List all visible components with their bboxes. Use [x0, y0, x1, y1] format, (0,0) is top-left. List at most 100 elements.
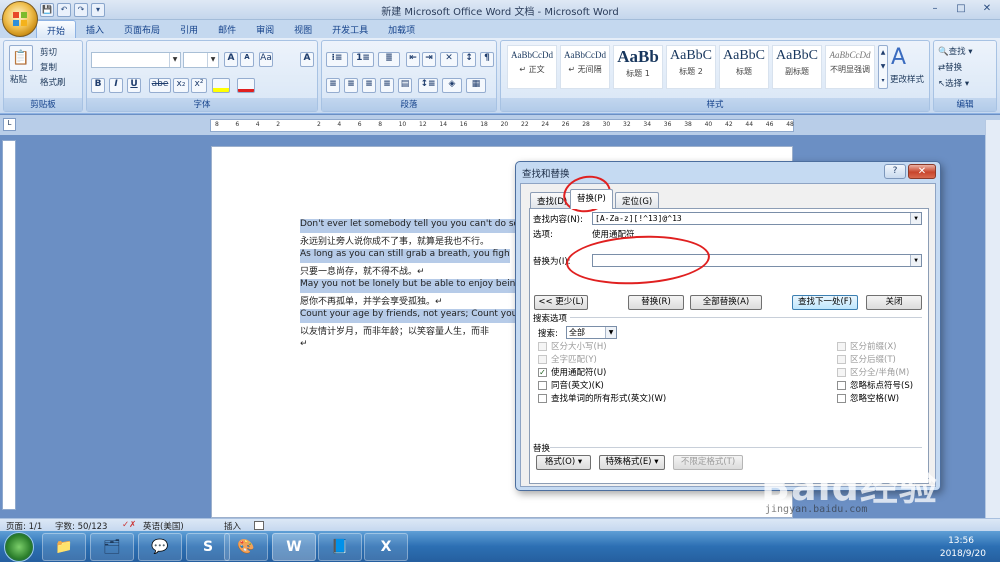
- office-button[interactable]: [2, 1, 38, 37]
- underline-icon[interactable]: U: [127, 78, 141, 93]
- font-color-icon[interactable]: [237, 78, 255, 93]
- left-checkbox-3[interactable]: [538, 381, 547, 390]
- shrink-font-icon[interactable]: A: [240, 52, 254, 67]
- increase-indent-icon[interactable]: ⇥: [422, 52, 436, 67]
- close-button[interactable]: 关闭: [866, 295, 922, 310]
- replace-one-button[interactable]: 替换(R): [628, 295, 684, 310]
- bullets-icon[interactable]: ⁝≡: [326, 52, 348, 67]
- chinese-layout-icon[interactable]: ✕: [440, 52, 458, 67]
- format-button[interactable]: 格式(O) ▾: [536, 455, 591, 470]
- tab-mailings[interactable]: 邮件: [208, 20, 246, 38]
- doc-line[interactable]: 永远别让旁人说你成不了事，就算是我也不行。: [300, 234, 530, 248]
- format-painter-button[interactable]: 格式刷: [40, 76, 66, 88]
- right-checkbox-3[interactable]: [837, 381, 846, 390]
- bold-icon[interactable]: B: [91, 78, 105, 93]
- taskbar-app-wechat[interactable]: 💬: [138, 533, 182, 561]
- tab-view[interactable]: 视图: [284, 20, 322, 38]
- cut-button[interactable]: 剪切: [40, 46, 57, 58]
- find-button[interactable]: 🔍查找 ▾: [938, 45, 973, 57]
- doc-line[interactable]: Count your age by friends, not years; Co…: [300, 309, 530, 323]
- start-button[interactable]: [4, 532, 34, 562]
- style-heading-2[interactable]: AaBbC 标题 2: [666, 45, 716, 89]
- justify-icon[interactable]: ≡: [380, 78, 394, 93]
- doc-line[interactable]: 以友情计岁月，而非年龄；以笑容量人生，而非: [300, 324, 530, 338]
- paste-button[interactable]: 粘贴: [10, 73, 27, 85]
- chevron-down-icon[interactable]: ▼: [910, 255, 921, 266]
- style-heading-1[interactable]: AaBb 标题 1: [613, 45, 663, 89]
- strikethrough-icon[interactable]: abe: [149, 78, 171, 93]
- distributed-icon[interactable]: ▤: [398, 78, 412, 93]
- chevron-down-icon[interactable]: ▼: [910, 213, 921, 224]
- style-subtitle[interactable]: AaBbC 副标题: [772, 45, 822, 89]
- vertical-scrollbar[interactable]: [985, 120, 1000, 518]
- right-checkbox-4[interactable]: [837, 394, 846, 403]
- replace-all-button[interactable]: 全部替换(A): [690, 295, 762, 310]
- tab-goto[interactable]: 定位(G): [615, 192, 660, 208]
- doc-line[interactable]: ↵: [300, 339, 330, 353]
- find-next-button[interactable]: 查找下一处(F): [792, 295, 858, 310]
- clock-date[interactable]: 2018/9/20: [940, 549, 986, 559]
- doc-line[interactable]: Don't ever let somebody tell you you can…: [300, 219, 530, 233]
- style-subtle-emphasis[interactable]: AaBbCcDd 不明显强调: [825, 45, 875, 89]
- change-case-icon[interactable]: Aa: [259, 52, 273, 67]
- search-direction-select[interactable]: 全部 ▼: [566, 326, 617, 339]
- doc-line[interactable]: As long as you can still grab a breath, …: [300, 249, 510, 263]
- change-styles-button[interactable]: 更改样式: [890, 73, 924, 85]
- tab-developer[interactable]: 开发工具: [322, 20, 378, 38]
- tab-replace[interactable]: 替换(P): [570, 189, 613, 209]
- left-checkbox-2[interactable]: ✓: [538, 368, 547, 377]
- numbering-icon[interactable]: 1≡: [352, 52, 374, 67]
- sort-icon[interactable]: ↕: [462, 52, 476, 67]
- font-family-combo[interactable]: ▼: [91, 52, 181, 68]
- taskbar-app-book[interactable]: 📘: [318, 533, 362, 561]
- minimize-button[interactable]: –: [922, 0, 948, 18]
- align-left-icon[interactable]: ≡: [326, 78, 340, 93]
- tab-home[interactable]: 开始: [36, 20, 77, 38]
- taskbar-app-excel[interactable]: X: [364, 533, 408, 561]
- style-no-spacing[interactable]: AaBbCcDd ↵ 无间隔: [560, 45, 610, 89]
- horizontal-ruler[interactable]: 8 6 4 2 2 4 6 8 10 12 14 16 18 20 22 24 26 28 30 32 34 36 38 40…: [210, 119, 794, 132]
- tab-page-layout[interactable]: 页面布局: [114, 20, 170, 38]
- maximize-button[interactable]: □: [948, 0, 974, 18]
- doc-line[interactable]: 愿你不再孤单，并学会享受孤独。↵: [300, 294, 530, 308]
- special-button[interactable]: 特殊格式(E) ▾: [599, 455, 665, 470]
- tab-references[interactable]: 引用: [170, 20, 208, 38]
- find-what-input[interactable]: [A-Za-z][!^13]@^13 ▼: [592, 212, 922, 225]
- highlight-icon[interactable]: [212, 78, 230, 93]
- subscript-icon[interactable]: x₂: [173, 78, 189, 93]
- clear-format-icon[interactable]: A: [300, 52, 314, 67]
- tab-insert[interactable]: 插入: [76, 20, 114, 38]
- replace-button[interactable]: ⇄替换: [938, 61, 962, 73]
- change-styles-icon[interactable]: A: [891, 45, 906, 70]
- copy-button[interactable]: 复制: [40, 61, 57, 73]
- grow-font-icon[interactable]: A: [224, 52, 238, 67]
- close-window-button[interactable]: ✕: [974, 0, 1000, 18]
- proofing-icon[interactable]: ✓✗: [122, 520, 136, 530]
- shading-icon[interactable]: ◈: [442, 78, 462, 93]
- clock-time[interactable]: 13:56: [948, 536, 974, 546]
- font-size-combo[interactable]: ▼: [183, 52, 219, 68]
- vertical-ruler[interactable]: [2, 140, 16, 510]
- line-spacing-icon[interactable]: ↕≡: [418, 78, 438, 93]
- tab-review[interactable]: 审阅: [246, 20, 284, 38]
- style-title[interactable]: AaBbC 标题: [719, 45, 769, 89]
- doc-line[interactable]: 只要一息尚存，就不得不战。↵: [300, 264, 530, 278]
- align-center-icon[interactable]: ≡: [344, 78, 358, 93]
- less-button[interactable]: << 更少(L): [534, 295, 588, 310]
- macro-record-icon[interactable]: [254, 521, 264, 530]
- paste-icon[interactable]: 📋: [9, 45, 33, 71]
- taskbar-app-folder[interactable]: 📁: [42, 533, 86, 561]
- styles-scroll-icon[interactable]: ▲ ▼ ▾: [878, 45, 888, 89]
- left-checkbox-4[interactable]: [538, 394, 547, 403]
- align-right-icon[interactable]: ≡: [362, 78, 376, 93]
- taskbar-app-explorer[interactable]: 🗂: [90, 533, 134, 561]
- multilevel-list-icon[interactable]: ≣: [378, 52, 400, 67]
- tab-addins[interactable]: 加载项: [378, 20, 425, 38]
- decrease-indent-icon[interactable]: ⇤: [406, 52, 420, 67]
- superscript-icon[interactable]: x²: [191, 78, 207, 93]
- dialog-close-button[interactable]: ✕: [908, 164, 936, 179]
- ruler-toggle-icon[interactable]: L: [3, 118, 16, 131]
- taskbar-app-paint[interactable]: 🎨: [224, 533, 268, 561]
- style-normal[interactable]: AaBbCcDd ↵ 正文: [507, 45, 557, 89]
- help-button[interactable]: ?: [884, 164, 906, 179]
